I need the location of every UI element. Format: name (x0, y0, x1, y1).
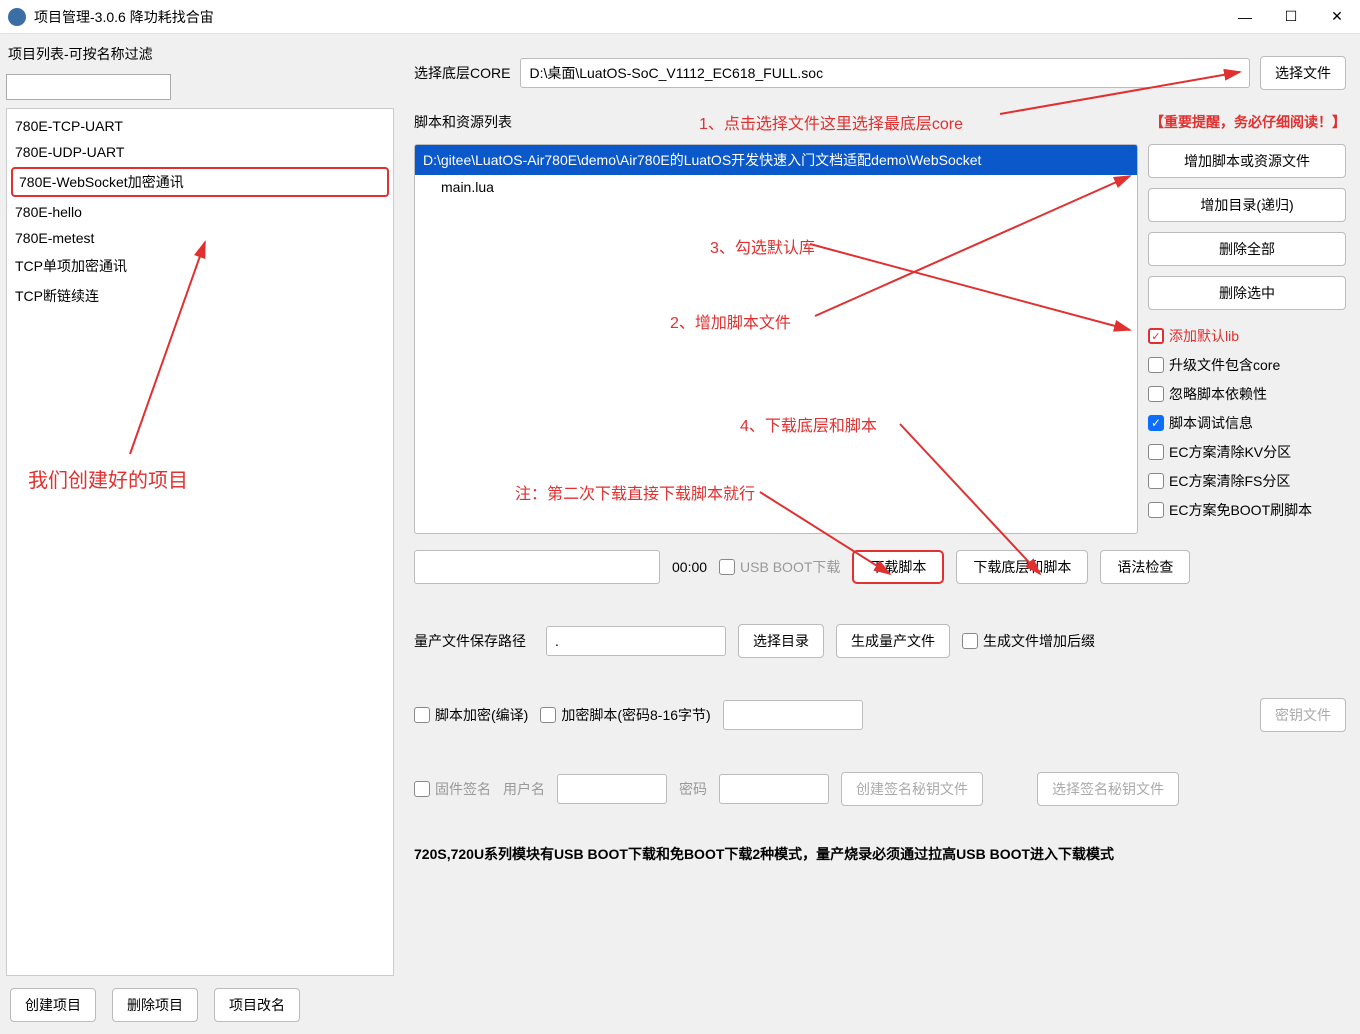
project-item[interactable]: 780E-hello (7, 199, 393, 225)
download-script-button[interactable]: 下载脚本 (852, 550, 944, 584)
annotation-created-project: 我们创建好的项目 (28, 464, 188, 493)
encrypt-compile-label: 脚本加密(编译) (435, 705, 528, 725)
side-button-column: 增加脚本或资源文件 增加目录(递归) 删除全部 删除选中 添加默认lib 升级文… (1148, 144, 1346, 534)
username-input[interactable] (557, 774, 667, 804)
footer-note: 720S,720U系列模块有USB BOOT下载和免BOOT下载2种模式，量产烧… (414, 844, 1346, 864)
add-script-button[interactable]: 增加脚本或资源文件 (1148, 144, 1346, 178)
content-area: 选择底层CORE 选择文件 脚本和资源列表 1、点击选择文件这里选择最底层cor… (400, 34, 1360, 1034)
tree-file-item[interactable]: main.lua (415, 175, 1137, 199)
delete-project-button[interactable]: 删除项目 (112, 988, 198, 1022)
window-buttons: — ☐ ✕ (1222, 0, 1360, 34)
project-item[interactable]: TCP单项加密通讯 (7, 251, 393, 281)
ec-kv-label: EC方案清除KV分区 (1169, 442, 1291, 462)
project-list: 780E-TCP-UART 780E-UDP-UART 780E-WebSock… (6, 108, 394, 976)
encrypt-compile-checkbox[interactable] (414, 707, 430, 723)
create-sign-key-button[interactable]: 创建签名秘钥文件 (841, 772, 983, 806)
titlebar: 项目管理-3.0.6 降功耗找合宙 — ☐ ✕ (0, 0, 1360, 34)
sidebar-bottom-buttons: 创建项目 删除项目 项目改名 (6, 976, 394, 1024)
project-item[interactable]: 780E-UDP-UART (7, 139, 393, 165)
annotation-1: 1、点击选择文件这里选择最底层core (699, 110, 963, 134)
minimize-button[interactable]: — (1222, 0, 1268, 34)
project-filter-input[interactable] (6, 74, 171, 100)
password-label: 密码 (679, 779, 707, 799)
sidebar: 项目列表-可按名称过滤 780E-TCP-UART 780E-UDP-UART … (0, 34, 400, 1034)
gen-suffix-checkbox[interactable] (962, 633, 978, 649)
ignore-dep-label: 忽略脚本依赖性 (1169, 384, 1267, 404)
key-file-button[interactable]: 密钥文件 (1260, 698, 1346, 732)
annotation-note2: 注：第二次下载直接下载脚本就行 (515, 480, 755, 504)
window-title: 项目管理-3.0.6 降功耗找合宙 (34, 7, 1222, 27)
upgrade-core-checkbox[interactable] (1148, 357, 1164, 373)
fw-sign-label: 固件签名 (435, 779, 491, 799)
ec-boot-checkbox[interactable] (1148, 502, 1164, 518)
project-item[interactable]: 780E-metest (7, 225, 393, 251)
upgrade-core-label: 升级文件包含core (1169, 355, 1280, 375)
encrypt-pwd-input[interactable] (723, 700, 863, 730)
core-label: 选择底层CORE (414, 63, 510, 83)
choose-file-button[interactable]: 选择文件 (1260, 56, 1346, 90)
project-item[interactable]: 780E-TCP-UART (7, 113, 393, 139)
download-core-script-button[interactable]: 下载底层和脚本 (956, 550, 1088, 584)
fw-sign-checkbox[interactable] (414, 781, 430, 797)
project-item-selected[interactable]: 780E-WebSocket加密通讯 (11, 167, 389, 197)
ec-fs-checkbox[interactable] (1148, 473, 1164, 489)
sidebar-header: 项目列表-可按名称过滤 (6, 40, 394, 74)
script-tree[interactable]: D:\gitee\LuatOS-Air780E\demo\Air780E的Lua… (414, 144, 1138, 534)
tree-root-path[interactable]: D:\gitee\LuatOS-Air780E\demo\Air780E的Lua… (415, 145, 1137, 175)
ec-boot-label: EC方案免BOOT刷脚本 (1169, 500, 1312, 520)
annotation-2: 2、增加脚本文件 (670, 309, 791, 333)
delete-all-button[interactable]: 删除全部 (1148, 232, 1346, 266)
debug-info-checkbox[interactable]: ✓ (1148, 415, 1164, 431)
ec-kv-checkbox[interactable] (1148, 444, 1164, 460)
add-default-lib-label: 添加默认lib (1169, 326, 1239, 346)
mass-path-label: 量产文件保存路径 (414, 631, 534, 651)
choose-dir-button[interactable]: 选择目录 (738, 624, 824, 658)
rename-project-button[interactable]: 项目改名 (214, 988, 300, 1022)
project-item[interactable]: TCP断链续连 (7, 281, 393, 311)
close-button[interactable]: ✕ (1314, 0, 1360, 34)
app-icon (8, 8, 26, 26)
gen-mass-file-button[interactable]: 生成量产文件 (836, 624, 950, 658)
annotation-4: 4、下载底层和脚本 (740, 412, 877, 436)
create-project-button[interactable]: 创建项目 (10, 988, 96, 1022)
syntax-check-button[interactable]: 语法检查 (1100, 550, 1190, 584)
usb-boot-label: USB BOOT下载 (740, 557, 840, 577)
add-dir-button[interactable]: 增加目录(递归) (1148, 188, 1346, 222)
usb-boot-checkbox[interactable] (719, 559, 735, 575)
encrypt-pwd-label: 加密脚本(密码8-16字节) (561, 705, 710, 725)
mass-path-input[interactable] (546, 626, 726, 656)
delete-selected-button[interactable]: 删除选中 (1148, 276, 1346, 310)
encrypt-pwd-checkbox[interactable] (540, 707, 556, 723)
script-list-label: 脚本和资源列表 (414, 112, 512, 132)
maximize-button[interactable]: ☐ (1268, 0, 1314, 34)
debug-info-label: 脚本调试信息 (1169, 413, 1253, 433)
choose-sign-key-button[interactable]: 选择签名秘钥文件 (1037, 772, 1179, 806)
add-default-lib-checkbox[interactable] (1148, 328, 1164, 344)
username-label: 用户名 (503, 779, 545, 799)
core-path-input[interactable] (520, 58, 1250, 88)
password-input[interactable] (719, 774, 829, 804)
annotation-3: 3、勾选默认库 (710, 234, 815, 258)
ignore-dep-checkbox[interactable] (1148, 386, 1164, 402)
progress-bar (414, 550, 660, 584)
gen-suffix-label: 生成文件增加后缀 (983, 631, 1095, 651)
important-reminder: 【重要提醒，务必仔细阅读！】 (1150, 112, 1346, 132)
ec-fs-label: EC方案清除FS分区 (1169, 471, 1290, 491)
timer-display: 00:00 (672, 559, 707, 575)
